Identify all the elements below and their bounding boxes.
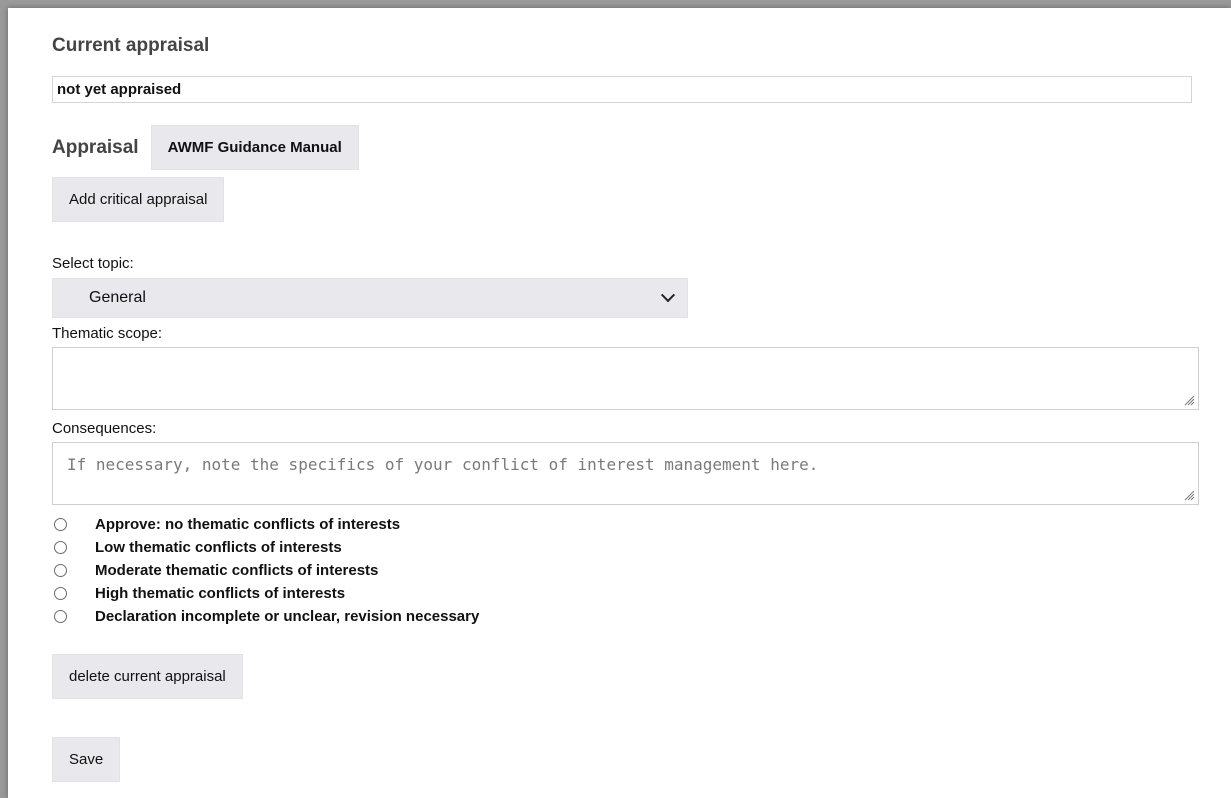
guidance-manual-button[interactable]: AWMF Guidance Manual xyxy=(150,125,359,170)
thematic-scope-textarea[interactable] xyxy=(52,347,1199,410)
consequences-placeholder: If necessary, note the specifics of your… xyxy=(67,455,819,474)
appraisal-header: Appraisal AWMF Guidance Manual xyxy=(52,125,359,170)
radio-unchecked-icon[interactable] xyxy=(54,564,67,577)
radio-unchecked-icon[interactable] xyxy=(54,610,67,623)
option-approve[interactable]: Approve: no thematic conflicts of intere… xyxy=(54,513,479,536)
option-label: Moderate thematic conflicts of interests xyxy=(95,562,379,579)
delete-appraisal-button[interactable]: delete current appraisal xyxy=(52,654,243,699)
select-topic-label: Select topic: xyxy=(52,255,134,272)
resize-grip-icon[interactable] xyxy=(1184,395,1195,406)
thematic-scope-label: Thematic scope: xyxy=(52,325,163,342)
appraisal-options: Approve: no thematic conflicts of intere… xyxy=(54,513,479,628)
consequences-label: Consequences: xyxy=(52,420,157,437)
radio-unchecked-icon[interactable] xyxy=(54,587,67,600)
add-critical-appraisal-button[interactable]: Add critical appraisal xyxy=(52,177,225,222)
consequences-textarea[interactable]: If necessary, note the specifics of your… xyxy=(52,442,1199,505)
save-button[interactable]: Save xyxy=(52,737,121,782)
current-appraisal-value: not yet appraised xyxy=(52,76,1192,103)
option-low[interactable]: Low thematic conflicts of interests xyxy=(54,536,479,559)
appraisal-title: Appraisal xyxy=(52,136,139,158)
option-high[interactable]: High thematic conflicts of interests xyxy=(54,582,479,605)
radio-unchecked-icon[interactable] xyxy=(54,541,67,554)
option-label: Low thematic conflicts of interests xyxy=(95,539,342,556)
chevron-down-icon xyxy=(660,288,676,303)
current-appraisal-title: Current appraisal xyxy=(52,35,210,56)
option-incomplete[interactable]: Declaration incomplete or unclear, revis… xyxy=(54,605,479,628)
appraisal-panel: Current appraisal not yet appraised Appr… xyxy=(8,8,1231,798)
topic-select[interactable]: General xyxy=(52,278,688,318)
resize-grip-icon[interactable] xyxy=(1184,490,1195,501)
option-moderate[interactable]: Moderate thematic conflicts of interests xyxy=(54,559,479,582)
option-label: High thematic conflicts of interests xyxy=(95,585,346,602)
option-label: Declaration incomplete or unclear, revis… xyxy=(95,608,480,625)
radio-unchecked-icon[interactable] xyxy=(54,518,67,531)
option-label: Approve: no thematic conflicts of intere… xyxy=(95,516,401,533)
topic-select-value: General xyxy=(89,289,146,306)
